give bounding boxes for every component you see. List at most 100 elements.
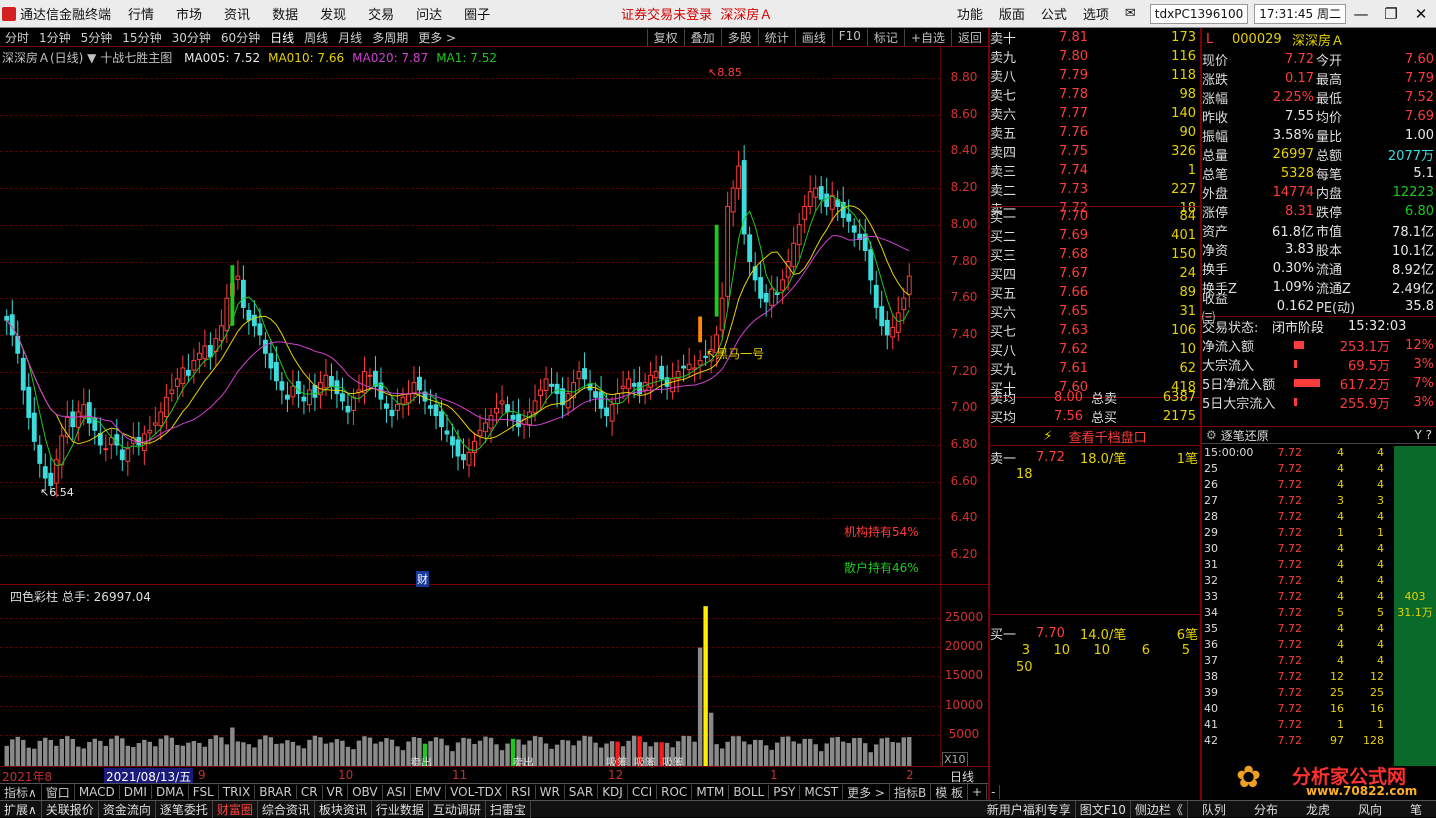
orderbook-row[interactable]: 买一 7.70 84	[990, 207, 1200, 226]
orderbook-row[interactable]: 买二 7.69 401	[990, 226, 1200, 245]
tool-button-item-8[interactable]: 返回	[950, 28, 988, 46]
bottom-right-tab-item-3[interactable]: 队列	[1188, 801, 1240, 818]
bottom-tab-item-9[interactable]: 扫雷宝	[486, 800, 531, 818]
bottom-right-tab-item-1[interactable]: 图文F10	[1076, 800, 1131, 818]
orderbook-row[interactable]: 卖八 7.79 118	[990, 66, 1200, 85]
right-menu-item-3[interactable]: 选项	[1075, 4, 1117, 23]
bottom-right-tab-item-5[interactable]: 龙虎	[1292, 801, 1344, 818]
bottom-tab-item-8[interactable]: 互动调研	[429, 800, 486, 818]
bottom-tab-item-1[interactable]: 关联报价	[42, 800, 99, 818]
bottom-tab-item-2[interactable]: 资金流向	[99, 800, 156, 818]
filter-icon[interactable]: Y ?	[1414, 428, 1436, 442]
financial-report-icon[interactable]: 财	[416, 571, 429, 587]
tool-button-item-0[interactable]: 复权	[646, 28, 684, 46]
menu-item-5[interactable]: 交易	[357, 4, 405, 23]
menu-item-0[interactable]: 行情	[117, 4, 165, 23]
orderbook-row[interactable]: 买五 7.66 89	[990, 283, 1200, 302]
indicator-tab-item-17[interactable]: KDJ	[598, 785, 628, 799]
settings-icon[interactable]: ⚙	[1206, 428, 1217, 442]
period-tab-item-10[interactable]: 更多 >	[413, 29, 461, 46]
tool-button-item-3[interactable]: 统计	[757, 28, 795, 46]
menu-item-4[interactable]: 发现	[309, 4, 357, 23]
indicator-tab-item-27[interactable]: +	[968, 785, 988, 799]
indicator-tab-item-1[interactable]: 窗口	[42, 783, 75, 801]
menu-item-6[interactable]: 问达	[405, 4, 453, 23]
menu-item-3[interactable]: 数据	[261, 4, 309, 23]
indicator-tab-item-11[interactable]: ASI	[383, 785, 411, 799]
indicator-tab-item-16[interactable]: SAR	[565, 785, 599, 799]
period-tab-item-4[interactable]: 30分钟	[167, 29, 216, 46]
menu-item-1[interactable]: 市场	[165, 4, 213, 23]
orderbook-row[interactable]: 买七 7.63 106	[990, 321, 1200, 340]
indicator-tab-item-22[interactable]: PSY	[769, 785, 801, 799]
bottom-tab-item-0[interactable]: 扩展∧	[0, 800, 42, 818]
indicator-tab-item-23[interactable]: MCST	[800, 785, 844, 799]
indicator-tab-item-2[interactable]: MACD	[75, 785, 120, 799]
bottom-right-tab-item-6[interactable]: 风向	[1344, 801, 1396, 818]
right-menu-item-1[interactable]: 版面	[991, 4, 1033, 23]
bottom-tab-item-7[interactable]: 行业数据	[372, 800, 429, 818]
orderbook-row[interactable]: 买九 7.61 62	[990, 359, 1200, 378]
tool-button-item-2[interactable]: 多股	[720, 28, 758, 46]
panel-divider[interactable]	[0, 584, 988, 585]
indicator-tab-item-20[interactable]: MTM	[692, 785, 730, 799]
orderbook-row[interactable]: 卖五 7.76 90	[990, 123, 1200, 142]
orderbook-row[interactable]: 卖四 7.75 326	[990, 142, 1200, 161]
period-tab-item-6[interactable]: 日线	[265, 29, 299, 46]
indicator-tab-item-15[interactable]: WR	[536, 785, 565, 799]
indicator-tab-item-18[interactable]: CCI	[628, 785, 658, 799]
indicator-tab-item-6[interactable]: TRIX	[219, 785, 256, 799]
orderbook-row[interactable]: 买八 7.62 10	[990, 340, 1200, 359]
indicator-tab-item-19[interactable]: ROC	[657, 785, 693, 799]
restore-icon[interactable]: ❐	[1376, 5, 1406, 23]
indicator-tab-item-24[interactable]: 更多 >	[843, 783, 890, 801]
bottom-right-tab-item-0[interactable]: 新用户福利专享	[983, 800, 1076, 818]
indicator-tab-item-13[interactable]: VOL-TDX	[446, 785, 508, 799]
menu-item-2[interactable]: 资讯	[213, 4, 261, 23]
orderbook-row[interactable]: 买三 7.68 150	[990, 245, 1200, 264]
period-tab-item-7[interactable]: 周线	[299, 29, 333, 46]
indicator-tab-item-8[interactable]: CR	[297, 785, 323, 799]
login-notice[interactable]: 证券交易未登录 深深房Ａ	[621, 4, 772, 23]
view-1000-levels-button[interactable]: ⚡ 查看千档盘口	[990, 426, 1200, 446]
period-tab-item-1[interactable]: 1分钟	[34, 29, 76, 46]
indicator-tab-item-10[interactable]: OBV	[348, 785, 383, 799]
tool-button-item-7[interactable]: +自选	[903, 28, 951, 46]
bottom-tab-item-6[interactable]: 板块资讯	[315, 800, 372, 818]
indicator-tab-item-25[interactable]: 指标B	[890, 783, 932, 801]
period-tab-item-3[interactable]: 15分钟	[117, 29, 166, 46]
bottom-tab-item-3[interactable]: 逐笔委托	[156, 800, 213, 818]
orderbook-row[interactable]: 卖二 7.73 227	[990, 180, 1200, 199]
bottom-tab-item-4[interactable]: 财富圈	[213, 800, 258, 818]
orderbook-row[interactable]: 卖六 7.77 140	[990, 104, 1200, 123]
bottom-right-tab-item-2[interactable]: 侧边栏《	[1131, 800, 1188, 818]
orderbook-row[interactable]: 买六 7.65 31	[990, 302, 1200, 321]
orderbook-row[interactable]: 卖九 7.80 116	[990, 47, 1200, 66]
close-icon[interactable]: ✕	[1406, 5, 1436, 23]
candlestick-chart[interactable]	[0, 48, 940, 584]
indicator-tab-item-28[interactable]: -	[987, 785, 1001, 799]
tool-button-item-1[interactable]: 叠加	[683, 28, 721, 46]
period-tab-item-8[interactable]: 月线	[333, 29, 367, 46]
bottom-right-tab-item-7[interactable]: 笔	[1396, 801, 1436, 818]
indicator-tab-item-14[interactable]: RSI	[507, 785, 536, 799]
orderbook-row[interactable]: 卖十 7.81 173	[990, 28, 1200, 47]
indicator-tab-item-7[interactable]: BRAR	[255, 785, 297, 799]
orderbook-row[interactable]: 买四 7.67 24	[990, 264, 1200, 283]
period-tab-item-0[interactable]: 分时	[0, 29, 34, 46]
period-tab-item-2[interactable]: 5分钟	[76, 29, 118, 46]
indicator-tab-item-3[interactable]: DMI	[120, 785, 152, 799]
bottom-tab-item-5[interactable]: 综合资讯	[258, 800, 315, 818]
indicator-tab-item-5[interactable]: FSL	[189, 785, 219, 799]
orderbook-row[interactable]: 卖七 7.78 98	[990, 85, 1200, 104]
indicator-tab-item-21[interactable]: BOLL	[729, 785, 770, 799]
menu-item-7[interactable]: 圈子	[453, 4, 501, 23]
tool-button-item-5[interactable]: F10	[831, 28, 867, 46]
orderbook-row[interactable]: 卖三 7.74 1	[990, 161, 1200, 180]
indicator-tab-item-9[interactable]: VR	[323, 785, 349, 799]
indicator-tab-item-4[interactable]: DMA	[152, 785, 189, 799]
mail-icon[interactable]: ✉	[1117, 6, 1144, 21]
minimize-icon[interactable]: —	[1346, 5, 1376, 23]
tool-button-item-6[interactable]: 标记	[866, 28, 904, 46]
indicator-tab-item-26[interactable]: 模 板	[931, 783, 969, 801]
